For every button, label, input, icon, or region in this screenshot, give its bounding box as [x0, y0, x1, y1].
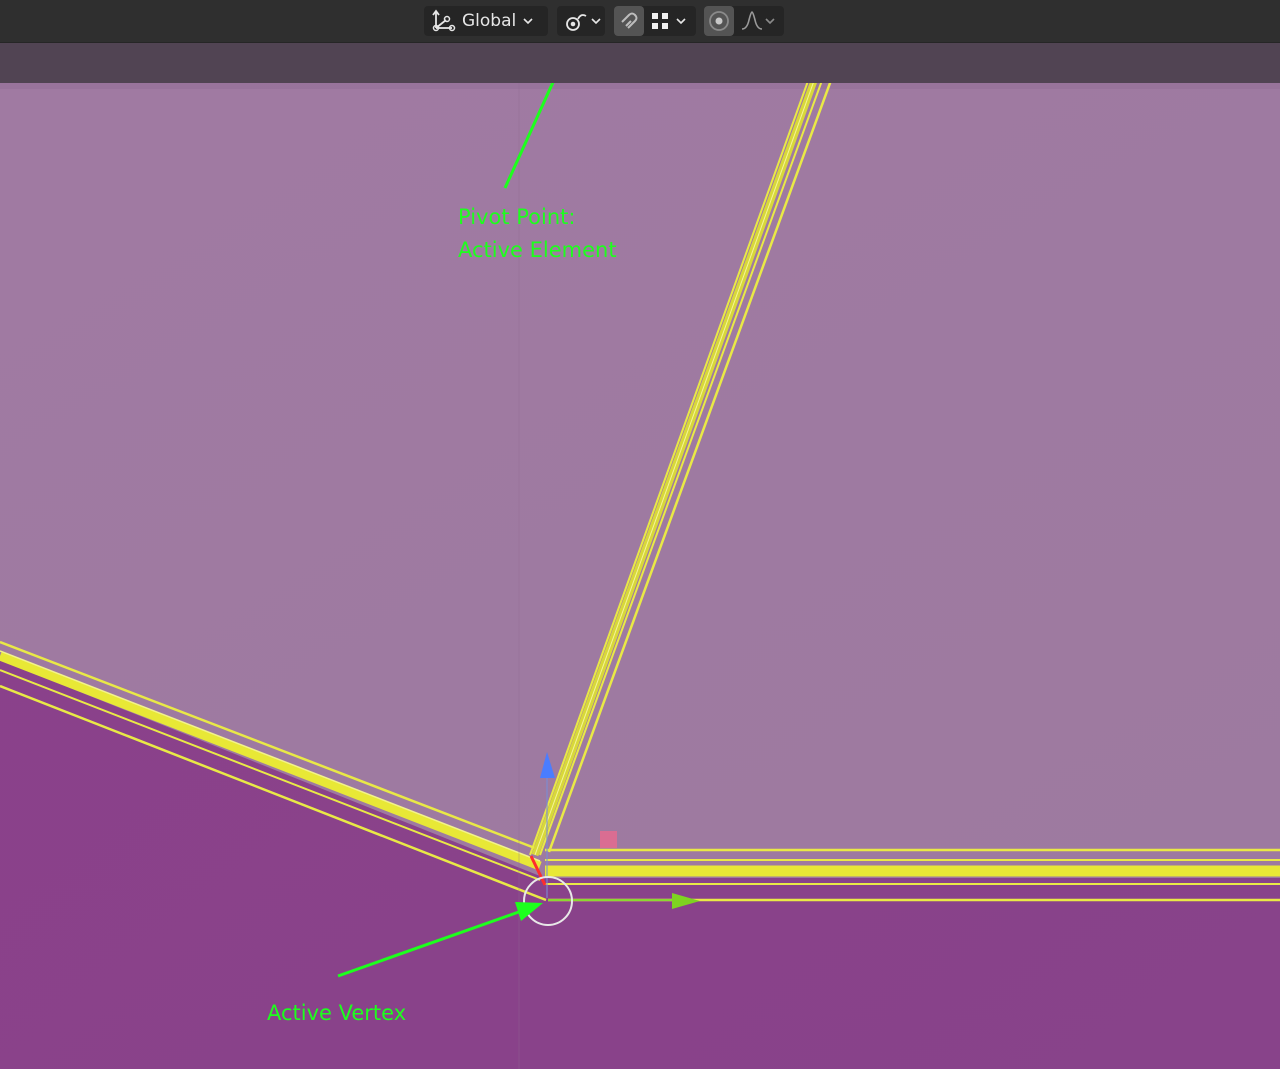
active-vertex-annotation: Active Vertex: [267, 997, 406, 1030]
snap-toggle-button[interactable]: [614, 6, 644, 36]
viewport-header-toolbar: Global: [0, 0, 1280, 43]
viewport-header-strip: [0, 42, 1280, 83]
magnet-icon: [617, 9, 641, 33]
snap-element-dropdown[interactable]: [644, 6, 692, 36]
3d-viewport[interactable]: [0, 83, 1280, 1069]
snap-vertex-grid-icon: [649, 10, 671, 32]
falloff-curve-icon: [740, 10, 764, 32]
pivot-point-annotation: Pivot Point: Active Element: [458, 201, 617, 267]
upper-face-shadow-band: [0, 83, 1280, 89]
active-vertex-annotation-label: Active Vertex: [267, 1001, 407, 1025]
pivot-point-dropdown[interactable]: [557, 6, 605, 36]
transform-orientation-dropdown[interactable]: Global: [424, 6, 548, 36]
proportional-editing-icon: [707, 9, 731, 33]
chevron-down-icon: [522, 12, 534, 31]
snapping-group: [614, 6, 696, 36]
proportional-editing-group: [704, 6, 784, 36]
proportional-falloff-dropdown[interactable]: [734, 6, 782, 36]
pivot-active-element-icon: [563, 8, 589, 34]
proportional-editing-toggle[interactable]: [704, 6, 734, 36]
chevron-down-icon: [675, 12, 687, 31]
transform-orientation-icon: [430, 8, 456, 34]
blender-3d-viewport-window: Global Pivot Point: Active Element Activ…: [0, 0, 1280, 1069]
chevron-down-icon: [764, 12, 776, 31]
pivot-point-annotation-line2: Active Element: [458, 238, 617, 262]
transform-orientation-label: Global: [462, 11, 517, 31]
pivot-point-annotation-line1: Pivot Point:: [458, 205, 576, 229]
chevron-down-icon: [590, 12, 602, 31]
gizmo-xz-plane-handle[interactable]: [600, 831, 617, 848]
